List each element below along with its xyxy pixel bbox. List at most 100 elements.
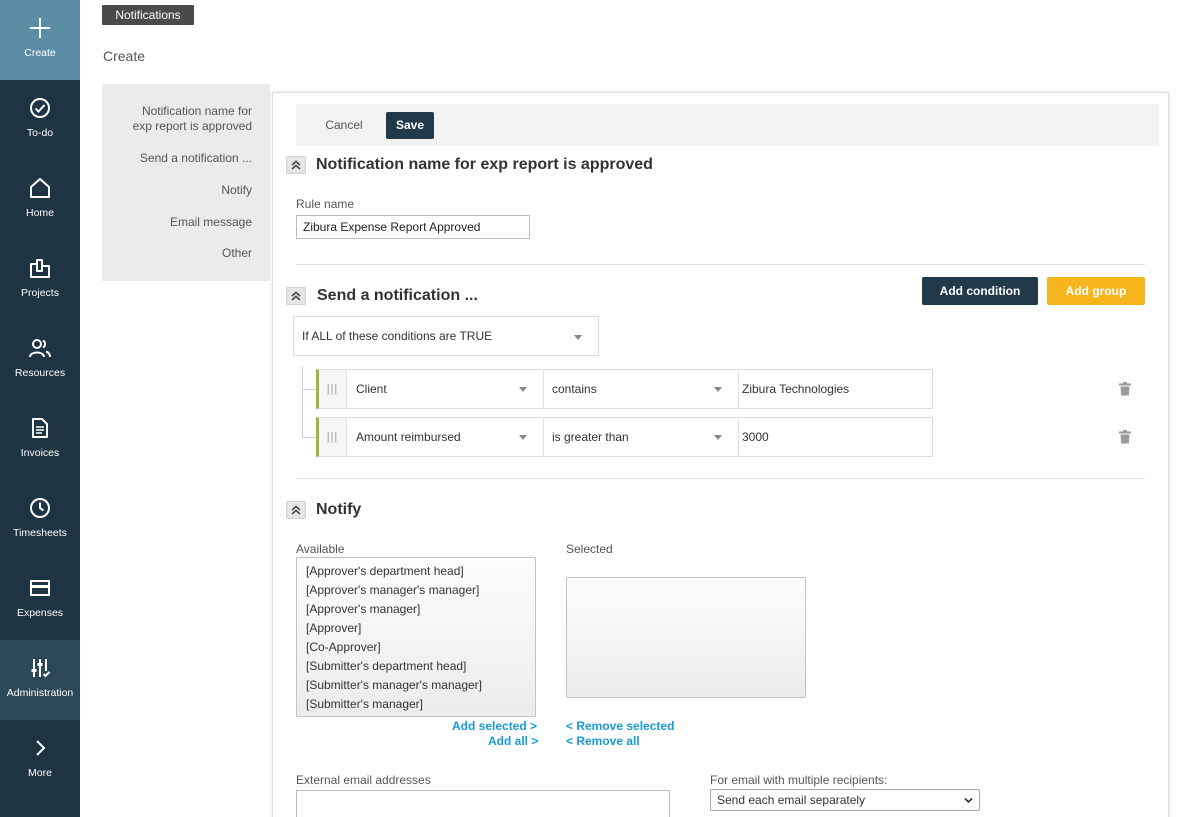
- nav-administration[interactable]: Administration: [0, 640, 80, 720]
- nav-resources[interactable]: Resources: [0, 320, 80, 400]
- main-nav-rail: Create To-do Home Projects Resources Inv…: [0, 0, 80, 817]
- save-button[interactable]: Save: [386, 112, 434, 139]
- add-group-button[interactable]: Add group: [1047, 277, 1145, 305]
- multi-recipient-select[interactable]: Send each email separately: [710, 789, 980, 811]
- list-item[interactable]: [Submitter's manager]: [306, 697, 423, 711]
- chevron-down-icon: [714, 435, 722, 440]
- list-item[interactable]: [Submitter's department head]: [306, 659, 466, 673]
- condition-operator-select[interactable]: contains: [544, 370, 738, 408]
- projects-icon: [0, 256, 80, 280]
- nav-more[interactable]: More: [0, 720, 80, 800]
- condition-field-select[interactable]: Client: [348, 370, 543, 408]
- nav-administration-label: Administration: [6, 687, 74, 699]
- drag-handle-icon[interactable]: |||: [319, 370, 347, 408]
- section-divider: [296, 478, 1145, 479]
- page-title: Create: [103, 48, 146, 64]
- section-link-other[interactable]: Other: [222, 246, 252, 261]
- condition-tree-branch: [302, 389, 316, 390]
- collapse-name-section-button[interactable]: [286, 156, 306, 174]
- nav-create-label: Create: [24, 47, 56, 59]
- double-chevron-up-icon: [291, 291, 301, 301]
- add-condition-button[interactable]: Add condition: [922, 277, 1038, 305]
- condition-value-input[interactable]: 3000: [737, 418, 932, 456]
- rule-name-input[interactable]: Zibura Expense Report Approved: [296, 215, 530, 239]
- nav-home[interactable]: Home: [0, 160, 80, 240]
- list-item[interactable]: [Approver's manager]: [306, 602, 420, 616]
- condition-operator-value: contains: [552, 382, 597, 396]
- nav-todo-label: To-do: [26, 127, 54, 139]
- condition-field-select[interactable]: Amount reimbursed: [348, 418, 543, 456]
- credit-card-icon: [0, 576, 80, 600]
- condition-operator-select[interactable]: is greater than: [544, 418, 738, 456]
- send-section-title: Send a notification ...: [317, 287, 478, 304]
- condition-field-value: Client: [356, 382, 387, 396]
- condition-logic-value: If ALL of these conditions are TRUE: [302, 329, 493, 343]
- condition-row: ||| Amount reimbursed is greater than 30…: [316, 417, 933, 457]
- nav-home-label: Home: [25, 207, 54, 219]
- list-item[interactable]: [Co-Approver]: [306, 640, 381, 654]
- section-link-name-line1: Notification name for: [141, 104, 252, 118]
- nav-invoices[interactable]: Invoices: [0, 400, 80, 480]
- condition-operator-value: is greater than: [552, 430, 629, 444]
- condition-tree-line: [302, 367, 303, 437]
- collapse-send-section-button[interactable]: [286, 287, 306, 305]
- people-icon: [0, 336, 80, 360]
- plus-icon: [0, 16, 80, 40]
- nav-create[interactable]: Create: [0, 0, 80, 80]
- nav-invoices-label: Invoices: [20, 447, 60, 459]
- cancel-button[interactable]: Cancel: [316, 112, 372, 138]
- nav-todo[interactable]: To-do: [0, 80, 80, 160]
- condition-value-input[interactable]: Zibura Technologies: [737, 370, 932, 408]
- selected-recipients-list[interactable]: [566, 577, 806, 698]
- delete-condition-trash-icon[interactable]: [1119, 430, 1131, 444]
- drag-handle-icon[interactable]: |||: [319, 418, 347, 456]
- name-section-title: Notification name for exp report is appr…: [316, 156, 653, 173]
- nav-projects[interactable]: Projects: [0, 240, 80, 320]
- selected-label: Selected: [566, 542, 613, 556]
- external-email-label: External email addresses: [296, 773, 431, 787]
- list-item[interactable]: [Submitter's manager's manager]: [306, 678, 482, 692]
- nav-timesheets-label: Timesheets: [13, 527, 67, 539]
- clock-icon: [0, 496, 80, 520]
- sliders-icon: [0, 656, 80, 680]
- list-item[interactable]: [Approver's department head]: [306, 564, 464, 578]
- multi-recipient-label: For email with multiple recipients:: [710, 773, 888, 787]
- list-item[interactable]: [Approver's manager's manager]: [306, 583, 479, 597]
- chevron-down-icon: [714, 387, 722, 392]
- section-link-name-line2: exp report is approved: [132, 119, 252, 133]
- section-link-notify[interactable]: Notify: [221, 183, 252, 198]
- section-link-send[interactable]: Send a notification ...: [140, 151, 252, 166]
- rule-name-label: Rule name: [296, 197, 355, 211]
- double-chevron-up-icon: [291, 160, 301, 170]
- nav-resources-label: Resources: [14, 367, 66, 379]
- chevron-right-icon: [0, 736, 80, 760]
- notifications-badge: Notifications: [102, 5, 194, 25]
- condition-logic-select[interactable]: If ALL of these conditions are TRUE: [293, 316, 599, 356]
- nav-projects-label: Projects: [21, 287, 59, 299]
- check-circle-icon: [0, 96, 80, 120]
- collapse-notify-section-button[interactable]: [286, 501, 306, 519]
- double-chevron-up-icon: [291, 505, 301, 515]
- chevron-down-icon: [519, 435, 527, 440]
- nav-expenses-label: Expenses: [16, 607, 64, 619]
- invoice-icon: [0, 416, 80, 440]
- available-label: Available: [296, 542, 345, 556]
- condition-tree-branch: [302, 437, 316, 438]
- section-link-email[interactable]: Email message: [170, 215, 252, 230]
- add-all-link[interactable]: Add all >: [488, 734, 538, 748]
- list-item[interactable]: [Approver]: [306, 621, 361, 635]
- multi-recipient-value: Send each email separately: [717, 793, 866, 807]
- remove-all-link[interactable]: < Remove all: [566, 734, 640, 748]
- section-link-name[interactable]: Notification name for exp report is appr…: [133, 104, 252, 134]
- available-recipients-list[interactable]: [Approver's department head] [Approver's…: [296, 557, 536, 717]
- condition-row: ||| Client contains Zibura Technologies: [316, 369, 933, 409]
- add-selected-link[interactable]: Add selected >: [452, 719, 537, 733]
- chevron-down-icon: [574, 335, 582, 340]
- delete-condition-trash-icon[interactable]: [1119, 382, 1131, 396]
- condition-field-value: Amount reimbursed: [356, 430, 461, 444]
- nav-expenses[interactable]: Expenses: [0, 560, 80, 640]
- section-divider: [296, 264, 1145, 265]
- nav-timesheets[interactable]: Timesheets: [0, 480, 80, 560]
- remove-selected-link[interactable]: < Remove selected: [566, 719, 674, 733]
- external-email-input[interactable]: [296, 790, 670, 817]
